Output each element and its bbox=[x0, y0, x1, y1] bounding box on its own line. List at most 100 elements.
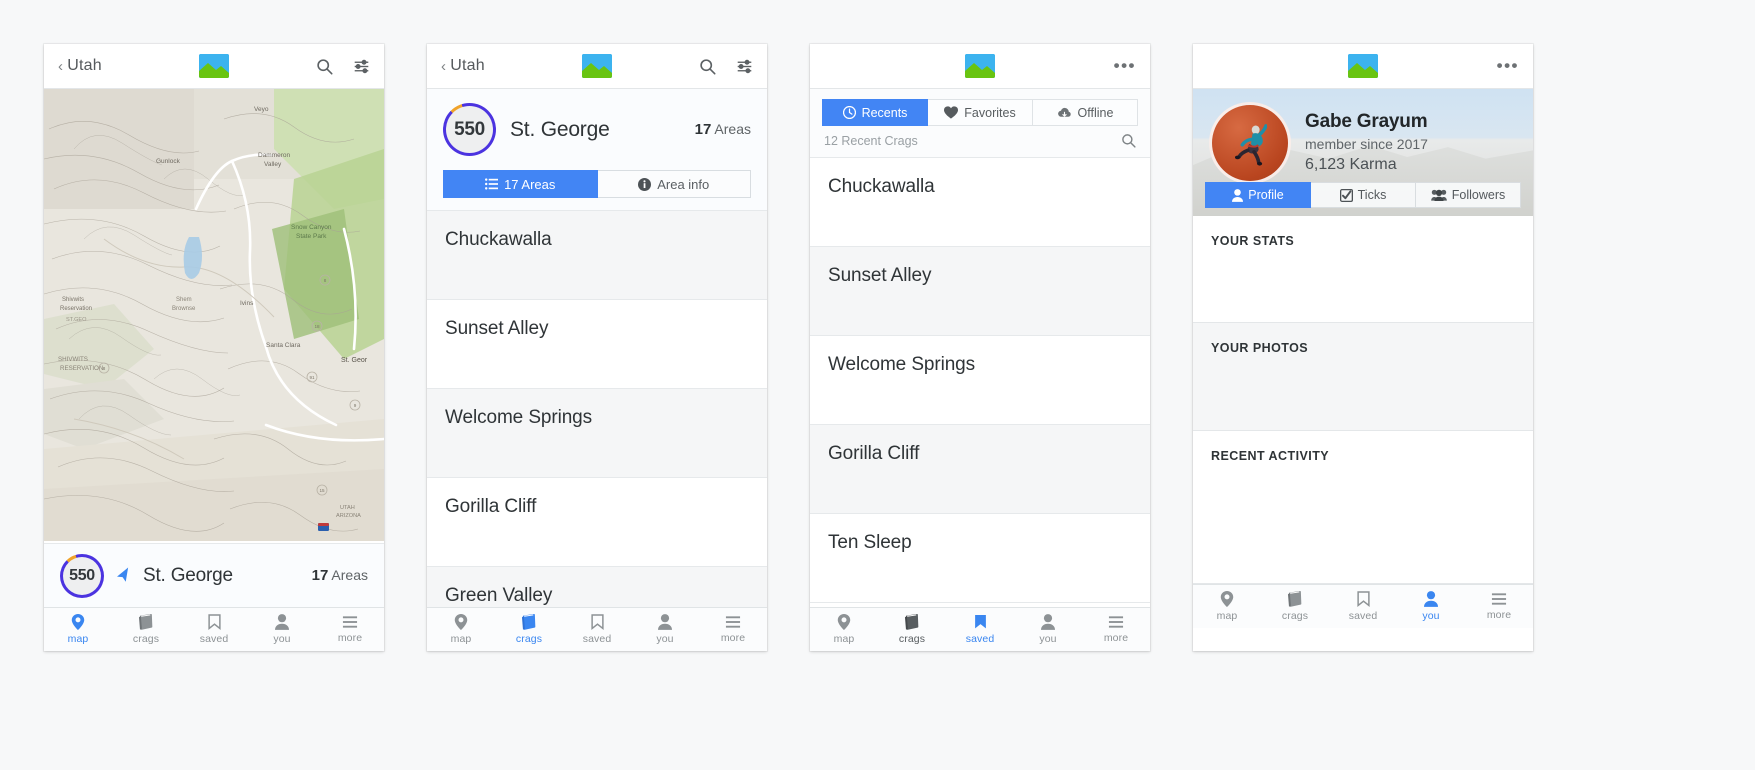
saved-search-row[interactable]: 12 Recent Crags bbox=[810, 126, 1150, 158]
saved-list: Chuckawalla Sunset Alley Welcome Springs… bbox=[810, 158, 1150, 607]
svg-text:Brownse: Brownse bbox=[172, 306, 196, 312]
list-item[interactable]: Chuckawalla bbox=[810, 158, 1150, 247]
list-item[interactable]: Sunset Alley bbox=[810, 247, 1150, 336]
bottom-tab-crags-label: crags bbox=[515, 633, 543, 645]
back-label-area: Utah bbox=[450, 57, 485, 74]
phone-panel-map: ‹ Utah Veyo Dammeron Valley Gunlock Snow… bbox=[44, 44, 384, 651]
svg-text:Santa Clara: Santa Clara bbox=[266, 342, 301, 349]
bottom-tab-you[interactable]: you bbox=[1014, 608, 1082, 651]
list-item[interactable]: Welcome Springs bbox=[810, 336, 1150, 425]
svg-text:18: 18 bbox=[314, 324, 320, 329]
bottom-tab-you-label: you bbox=[1422, 610, 1440, 622]
search-input[interactable]: 12 Recent Crags bbox=[824, 134, 918, 148]
list-item[interactable]: Ten Sleep bbox=[810, 514, 1150, 603]
back-label: Utah bbox=[67, 57, 102, 74]
screenshot-stage: ‹ Utah Veyo Dammeron Valley Gunlock Snow… bbox=[0, 0, 1755, 770]
list-item[interactable]: Gorilla Cliff bbox=[427, 478, 767, 567]
bottom-tab-saved-label: saved bbox=[965, 633, 995, 645]
bottom-nav-saved: map crags saved you more bbox=[810, 607, 1150, 651]
bottom-tab-you[interactable]: you bbox=[1397, 585, 1465, 628]
check-square-icon bbox=[1339, 188, 1353, 202]
more-dots-icon[interactable]: ••• bbox=[1114, 57, 1136, 74]
tab-favorites[interactable]: Favorites bbox=[928, 99, 1033, 126]
svg-text:Veyo: Veyo bbox=[254, 106, 269, 113]
tab-ticks-label: Ticks bbox=[1357, 188, 1387, 202]
back-button[interactable]: ‹ Utah bbox=[58, 57, 102, 75]
profile-tabs: Profile Ticks Followers bbox=[1205, 182, 1521, 208]
map-canvas: Veyo Dammeron Valley Gunlock Snow Canyon… bbox=[44, 89, 384, 541]
search-icon[interactable] bbox=[316, 58, 333, 75]
mountain-logo bbox=[199, 54, 229, 78]
svg-text:RESERVATION: RESERVATION bbox=[60, 365, 103, 372]
bottom-nav-profile: map crags saved you more bbox=[1193, 584, 1533, 628]
back-button-area[interactable]: ‹ Utah bbox=[441, 57, 485, 75]
svg-text:Valley: Valley bbox=[264, 161, 282, 168]
bottom-tab-saved[interactable]: saved bbox=[1329, 585, 1397, 628]
profile-nav-actions: ••• bbox=[1497, 57, 1519, 74]
sliders-icon[interactable] bbox=[736, 58, 753, 75]
bottom-tab-more[interactable]: more bbox=[1465, 585, 1533, 628]
area-header-row: 550 St. George 17 Areas bbox=[443, 103, 751, 156]
bottom-tab-you[interactable]: you bbox=[248, 608, 316, 651]
more-dots-icon[interactable]: ••• bbox=[1497, 57, 1519, 74]
cloud-download-icon bbox=[1057, 107, 1072, 119]
sliders-icon[interactable] bbox=[353, 58, 370, 75]
bottom-tab-more-label: more bbox=[1486, 609, 1512, 621]
list-item[interactable]: Gorilla Cliff bbox=[810, 425, 1150, 514]
svg-text:SHIVWITS: SHIVWITS bbox=[58, 356, 88, 363]
area-segmented-control: 17 Areas Area info bbox=[443, 170, 751, 198]
bottom-tab-map[interactable]: map bbox=[44, 608, 112, 651]
tab-followers[interactable]: Followers bbox=[1416, 182, 1521, 208]
location-arrow-icon bbox=[114, 566, 132, 584]
bottom-tab-saved-label: saved bbox=[1348, 610, 1378, 622]
tab-offline-label: Offline bbox=[1077, 105, 1114, 120]
bottom-tab-map[interactable]: map bbox=[810, 608, 878, 651]
mountain-logo bbox=[1348, 54, 1378, 78]
saved-tabs: Recents Favorites Offline bbox=[810, 89, 1150, 126]
segment-areas[interactable]: 17 Areas bbox=[443, 170, 598, 198]
bottom-tab-saved[interactable]: saved bbox=[563, 608, 631, 651]
tab-recents[interactable]: Recents bbox=[822, 99, 928, 126]
list-item[interactable]: Green Valley bbox=[427, 567, 767, 607]
list-item[interactable]: Welcome Springs bbox=[427, 389, 767, 478]
search-icon[interactable] bbox=[1121, 133, 1136, 148]
map-card-count-number: 17 bbox=[311, 567, 329, 584]
bottom-tab-map[interactable]: map bbox=[427, 608, 495, 651]
area-header: 550 St. George 17 Areas 17 Areas Area in… bbox=[427, 89, 767, 211]
tab-offline[interactable]: Offline bbox=[1033, 99, 1138, 126]
bottom-tab-map[interactable]: map bbox=[1193, 585, 1261, 628]
heart-icon bbox=[944, 106, 959, 119]
area-count-number: 17 bbox=[694, 121, 712, 138]
svg-text:Shivwits: Shivwits bbox=[62, 297, 84, 303]
person-icon bbox=[1232, 188, 1244, 202]
svg-text:Shem: Shem bbox=[176, 297, 192, 303]
bottom-tab-crags[interactable]: crags bbox=[112, 608, 180, 651]
tab-profile-label: Profile bbox=[1248, 188, 1284, 202]
search-icon[interactable] bbox=[699, 58, 716, 75]
bottom-tab-crags[interactable]: crags bbox=[495, 608, 563, 651]
map-area-card[interactable]: 550 St. George 17 Areas bbox=[44, 543, 384, 607]
list-item[interactable]: Chuckawalla bbox=[427, 211, 767, 300]
phone-panel-area: ‹ Utah 550 St. George 17 Areas 17 Areas … bbox=[427, 44, 767, 651]
user-avatar[interactable] bbox=[1209, 102, 1291, 184]
bottom-tab-more[interactable]: more bbox=[1082, 608, 1150, 651]
tab-profile[interactable]: Profile bbox=[1205, 182, 1311, 208]
profile-name: Gabe Grayum bbox=[1305, 111, 1428, 132]
map-nav-actions bbox=[316, 58, 370, 75]
segment-areas-label: 17 Areas bbox=[504, 176, 556, 192]
list-item[interactable]: Sunset Alley bbox=[427, 300, 767, 389]
mountain-logo bbox=[582, 54, 612, 78]
bottom-tab-you[interactable]: you bbox=[631, 608, 699, 651]
bottom-tab-more[interactable]: more bbox=[316, 608, 384, 651]
tab-ticks[interactable]: Ticks bbox=[1311, 182, 1416, 208]
svg-text:15: 15 bbox=[319, 488, 325, 493]
bottom-tab-saved[interactable]: saved bbox=[946, 608, 1014, 651]
bottom-tab-saved[interactable]: saved bbox=[180, 608, 248, 651]
map-view[interactable]: Veyo Dammeron Valley Gunlock Snow Canyon… bbox=[44, 89, 384, 543]
bottom-tab-more[interactable]: more bbox=[699, 608, 767, 651]
svg-text:St. Geor: St. Geor bbox=[341, 357, 368, 364]
bottom-tab-crags[interactable]: crags bbox=[878, 608, 946, 651]
bottom-tab-saved-label: saved bbox=[199, 633, 229, 645]
bottom-tab-crags[interactable]: crags bbox=[1261, 585, 1329, 628]
segment-area-info[interactable]: Area info bbox=[597, 170, 751, 198]
